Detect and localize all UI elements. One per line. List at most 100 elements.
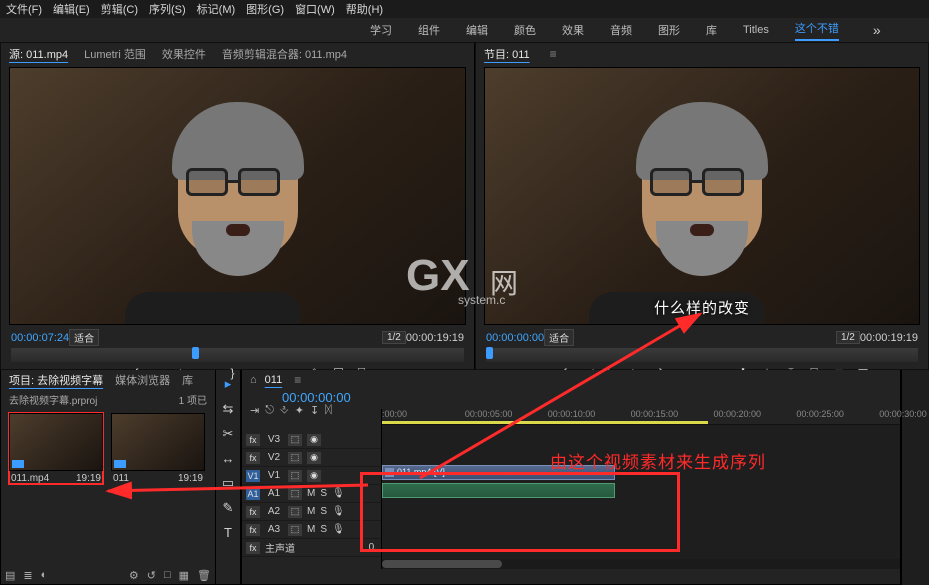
tl-linkedsel-icon[interactable]: ⎋ <box>265 404 274 417</box>
tl-captions-icon[interactable]: ᛞ <box>325 404 332 417</box>
track-mix-header[interactable]: fx主声道0. <box>242 539 381 557</box>
tool-ripple-icon[interactable]: ✂ <box>223 426 234 442</box>
program-tab-main[interactable]: 节目: 011 <box>484 46 530 62</box>
source-timecode-in[interactable]: 00:00:07:24 <box>11 332 69 344</box>
project-bins: 011.mp4 19:19 011 19:19 <box>1 409 215 488</box>
program-zoom-select[interactable]: 1/2 <box>836 331 860 344</box>
source-tab-lumetri[interactable]: Lumetri 范围 <box>84 46 146 62</box>
source-tab-fx[interactable]: 效果控件 <box>162 46 206 62</box>
track-a2-header[interactable]: fxA2⬚MS🎙 <box>242 503 381 521</box>
proj-trash-icon[interactable]: 🗑 <box>197 569 211 582</box>
timeline-tracks[interactable]: :00:00 00:00:05:00 00:00:10:00 00:00:15:… <box>382 409 900 569</box>
track-v2-header[interactable]: fxV2⬚◉ <box>242 449 381 467</box>
source-timecode-out: 00:00:19:19 <box>406 332 464 344</box>
track-v3-header[interactable]: fxV3⬚◉ <box>242 431 381 449</box>
bin-item-011seq[interactable]: 011 19:19 <box>111 413 205 484</box>
menu-edit[interactable]: 编辑(E) <box>53 1 90 17</box>
ws-titles[interactable]: Titles <box>743 24 769 36</box>
proj-newbin-icon[interactable]: □ <box>164 569 171 582</box>
watermark-right: 网 <box>490 262 518 302</box>
ws-overflow-icon[interactable]: » <box>873 22 881 38</box>
tools-column: ▸ ⇆ ✂ ↔ ▭ ✎ T <box>215 370 241 585</box>
source-zoom-select[interactable]: 1/2 <box>382 331 406 344</box>
project-tab-lib[interactable]: 库 <box>182 372 193 388</box>
timeline-tab-menu-icon[interactable]: ≡ <box>294 373 301 387</box>
source-scrubber[interactable] <box>11 348 464 362</box>
track-a3-header[interactable]: fxA3⬚MS🎙 <box>242 521 381 539</box>
timeline-home-icon[interactable]: ⌂ <box>250 374 257 386</box>
ws-assembly[interactable]: 组件 <box>418 22 440 38</box>
menu-file[interactable]: 文件(F) <box>6 1 42 17</box>
timeline-ruler[interactable]: :00:00 00:00:05:00 00:00:10:00 00:00:15:… <box>382 409 900 425</box>
menu-help[interactable]: 帮助(H) <box>346 1 383 17</box>
program-tabs: 节目: 011 ≡ <box>476 43 928 65</box>
ws-edit[interactable]: 编辑 <box>466 22 488 38</box>
tool-pen-icon[interactable]: ✎ <box>223 500 234 516</box>
ws-learn[interactable]: 学习 <box>370 22 392 38</box>
track-headers: fxV3⬚◉ fxV2⬚◉ V1V1⬚◉ A1A1⬚MS🎙 fxA2⬚MS🎙 f… <box>242 409 382 569</box>
program-timecode-in[interactable]: 00:00:00:00 <box>486 332 544 344</box>
ws-lib[interactable]: 库 <box>706 22 717 38</box>
ruler-tick: 00:00:10:00 <box>548 409 596 419</box>
bin-name: 011 <box>113 473 129 484</box>
timeline-timecode[interactable]: 00:00:00:00 <box>242 390 900 407</box>
preview-row: 源: 011.mp4 Lumetri 范围 效果控件 音频剪辑混合器: 011.… <box>0 42 929 370</box>
tool-type-icon[interactable]: T <box>224 525 232 540</box>
timeline-panel: ⌂ 011 ≡ 00:00:00:00 ⇥ ⎋ ⎀ ✦ ↧ ᛞ fxV3⬚◉ f… <box>241 370 901 585</box>
annotation-text: 由这个视频素材来生成序列 <box>550 448 766 473</box>
tool-trackselect-icon[interactable]: ⇆ <box>223 401 234 417</box>
menu-graphic[interactable]: 图形(G) <box>246 1 284 17</box>
proj-automate-icon[interactable]: ⚙ <box>129 569 139 582</box>
source-tab-mixer[interactable]: 音频剪辑混合器: 011.mp4 <box>222 46 347 62</box>
tool-razor-icon[interactable]: ↔ <box>222 451 235 466</box>
program-scrubber[interactable] <box>486 348 918 362</box>
bin-thumb <box>111 413 205 471</box>
program-video-preview[interactable]: 什么样的改变 <box>484 67 920 325</box>
proj-newitem-icon[interactable]: ▦ <box>179 569 189 582</box>
ws-color[interactable]: 颜色 <box>514 22 536 38</box>
bin-duration: 19:19 <box>76 473 101 484</box>
project-tab-main[interactable]: 项目: 去除视频字幕 <box>9 372 103 388</box>
source-monitor-panel: 源: 011.mp4 Lumetri 范围 效果控件 音频剪辑混合器: 011.… <box>0 42 475 370</box>
source-tab-main[interactable]: 源: 011.mp4 <box>9 46 68 62</box>
menu-window[interactable]: 窗口(W) <box>295 1 335 17</box>
timeline-tab-seq[interactable]: 011 <box>265 374 283 386</box>
proj-freeform-icon[interactable]: ◐ <box>41 569 48 582</box>
timeline-clip-audio[interactable] <box>382 483 615 498</box>
ruler-tick: :00:00 <box>382 409 407 419</box>
mic-icon[interactable]: 🎙 <box>332 524 345 535</box>
bin-item-011mp4[interactable]: 011.mp4 19:19 <box>9 413 103 484</box>
project-tab-browser[interactable]: 媒体浏览器 <box>115 372 170 388</box>
project-icon-row: ▤ ≣ ◐ ⚙ ↺ □ ▦ 🗑 <box>5 569 211 582</box>
tool-slip-icon[interactable]: ▭ <box>222 475 234 491</box>
program-subtitle-caption: 什么样的改变 <box>654 297 750 318</box>
track-v1-header[interactable]: V1V1⬚◉ <box>242 467 381 485</box>
source-tabs: 源: 011.mp4 Lumetri 范围 效果控件 音频剪辑混合器: 011.… <box>1 43 474 65</box>
menu-clip[interactable]: 剪辑(C) <box>101 1 138 17</box>
source-video-preview[interactable] <box>9 67 466 325</box>
tl-settings-icon[interactable]: ✦ <box>295 404 304 417</box>
proj-find-icon[interactable]: ↺ <box>147 569 156 582</box>
ws-active[interactable]: 这个不错 <box>795 20 839 41</box>
menu-mark[interactable]: 标记(M) <box>197 1 236 17</box>
src-markout-icon[interactable]: } <box>226 366 240 380</box>
tl-snap-icon[interactable]: ⇥ <box>250 404 259 417</box>
ws-fx[interactable]: 效果 <box>562 22 584 38</box>
proj-listview-icon[interactable]: ▤ <box>5 569 15 582</box>
program-fit-select[interactable]: 适合 <box>544 329 574 346</box>
menu-sequence[interactable]: 序列(S) <box>149 1 186 17</box>
ruler-tick: 00:00:20:00 <box>714 409 762 419</box>
bin-duration: 19:19 <box>178 473 203 484</box>
proj-iconview-icon[interactable]: ≣ <box>23 569 32 582</box>
tl-insert-icon[interactable]: ↧ <box>310 404 319 417</box>
ws-gfx[interactable]: 图形 <box>658 22 680 38</box>
mic-icon[interactable]: 🎙 <box>332 506 345 517</box>
ws-audio[interactable]: 音频 <box>610 22 632 38</box>
source-fit-select[interactable]: 适合 <box>69 329 99 346</box>
track-a1-header[interactable]: A1A1⬚MS🎙 <box>242 485 381 503</box>
mic-icon[interactable]: 🎙 <box>332 488 345 499</box>
ruler-tick: 00:00:05:00 <box>465 409 513 419</box>
tl-addmarker-icon[interactable]: ⎀ <box>280 404 289 417</box>
program-tab-menu-icon[interactable]: ≡ <box>550 47 557 61</box>
timeline-hscroll[interactable] <box>382 559 900 569</box>
